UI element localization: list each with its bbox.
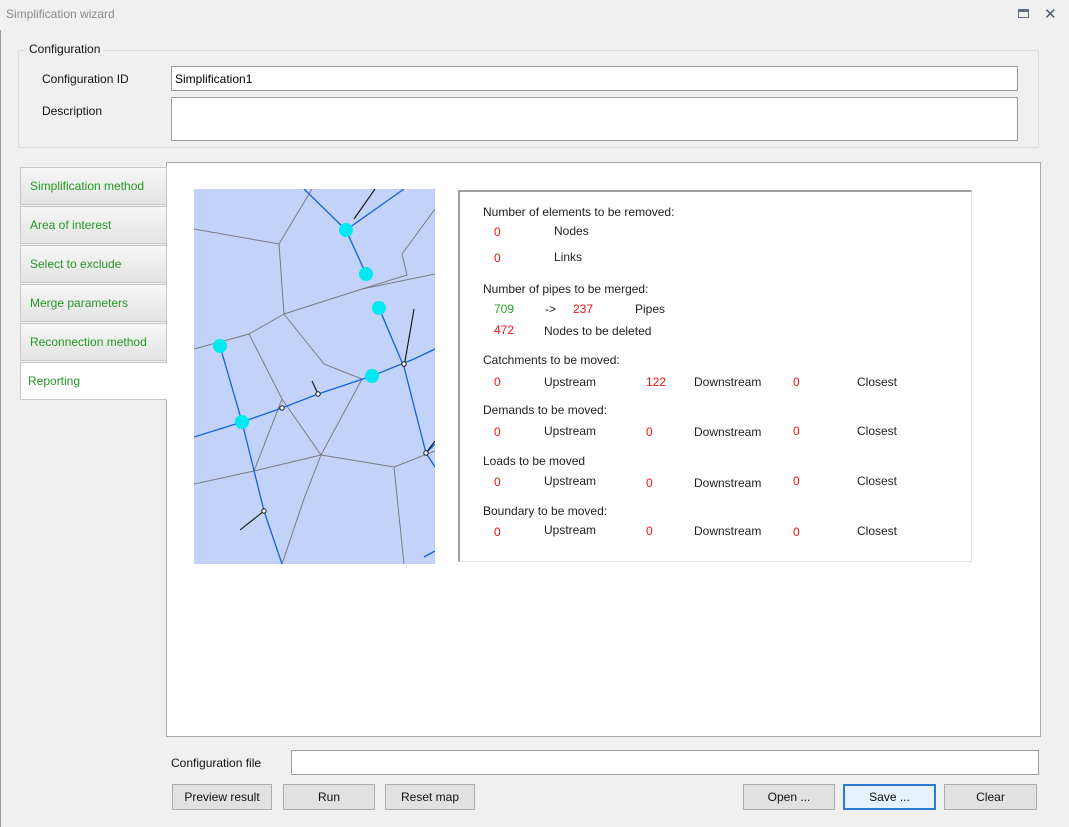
loads-moved-heading: Loads to be moved (483, 454, 586, 468)
pipes-merged-heading: Number of pipes to be merged: (483, 282, 649, 296)
nodes-deleted-value: 472 (494, 323, 515, 337)
links-removed-value: 0 (494, 251, 501, 265)
restore-icon[interactable] (1018, 9, 1029, 18)
catchments-closest-label: Closest (857, 375, 898, 389)
catchments-upstream-value: 0 (494, 375, 501, 389)
simplification-report: Number of elements to be removed: 0 Node… (458, 190, 972, 562)
run-button[interactable]: Run (283, 784, 375, 810)
catchment-boundaries (194, 189, 435, 564)
nodes-deleted-label: Nodes to be deleted (544, 324, 652, 338)
network-map-drawing (194, 189, 435, 564)
elements-removed-heading: Number of elements to be removed: (483, 205, 675, 219)
nodes-removed-label: Nodes (554, 224, 589, 238)
catchments-upstream-label: Upstream (544, 375, 597, 389)
title-bar: Simplification wizard ✕ (0, 0, 1069, 30)
configuration-file-input[interactable] (291, 750, 1039, 775)
demands-downstream-label: Downstream (694, 425, 762, 439)
loads-downstream-value: 0 (646, 476, 653, 490)
demands-closest-label: Closest (857, 424, 898, 438)
tab-reconnection-method[interactable]: Reconnection method (20, 323, 167, 361)
loads-closest-value: 0 (793, 474, 800, 488)
pipes-after-value: 237 (573, 302, 594, 316)
boundary-downstream-value: 0 (646, 524, 653, 538)
demands-upstream-label: Upstream (544, 424, 597, 438)
tab-area-of-interest[interactable]: Area of interest (20, 206, 167, 244)
boundary-closest-value: 0 (793, 525, 800, 539)
links-removed-label: Links (554, 250, 583, 264)
close-icon[interactable]: ✕ (1044, 5, 1057, 23)
catchments-moved-heading: Catchments to be moved: (483, 353, 620, 367)
window-title: Simplification wizard (6, 7, 115, 21)
catchments-downstream-value: 122 (646, 375, 667, 389)
pipes-before-value: 709 (494, 302, 515, 316)
catchments-closest-value: 0 (793, 375, 800, 389)
boundary-downstream-label: Downstream (694, 524, 762, 538)
loads-closest-label: Closest (857, 474, 898, 488)
clear-button[interactable]: Clear (944, 784, 1037, 810)
boundary-upstream-label: Upstream (544, 523, 597, 537)
nodes-removed-value: 0 (494, 225, 501, 239)
tab-select-to-exclude[interactable]: Select to exclude (20, 245, 167, 283)
demands-upstream-value: 0 (494, 425, 501, 439)
pipe-network (194, 189, 435, 564)
pipes-label: Pipes (635, 302, 666, 316)
demands-downstream-value: 0 (646, 425, 653, 439)
reset-map-button[interactable]: Reset map (385, 784, 475, 810)
tab-reporting[interactable]: Reporting (20, 362, 167, 400)
configuration-id-label: Configuration ID (42, 72, 129, 86)
pipes-arrow: -> (545, 302, 557, 316)
description-label: Description (42, 104, 103, 118)
configuration-group-label: Configuration (26, 42, 104, 56)
boundary-upstream-value: 0 (494, 525, 501, 539)
loads-upstream-value: 0 (494, 475, 501, 489)
loads-downstream-label: Downstream (694, 476, 762, 490)
tab-merge-parameters[interactable]: Merge parameters (20, 284, 167, 322)
highlighted-nodes (213, 223, 386, 429)
tab-simplification-method[interactable]: Simplification method (20, 167, 167, 205)
open-button[interactable]: Open ... (743, 784, 835, 810)
demands-moved-heading: Demands to be moved: (483, 403, 608, 417)
boundary-closest-label: Closest (857, 524, 898, 538)
network-map-preview[interactable] (194, 189, 435, 564)
configuration-file-label: Configuration file (171, 756, 262, 770)
service-connections (239, 189, 435, 531)
description-field[interactable] (171, 97, 1018, 141)
save-button[interactable]: Save ... (843, 784, 936, 810)
configuration-id-input[interactable] (171, 66, 1018, 91)
catchments-downstream-label: Downstream (694, 375, 762, 389)
loads-upstream-label: Upstream (544, 474, 597, 488)
demands-closest-value: 0 (793, 424, 800, 438)
preview-result-button[interactable]: Preview result (172, 784, 272, 810)
boundary-moved-heading: Boundary to be moved: (483, 504, 608, 518)
